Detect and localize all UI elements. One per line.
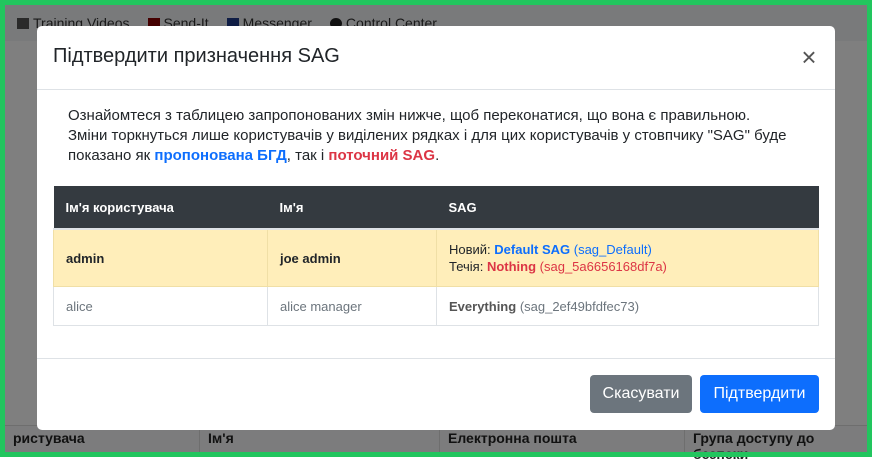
col-sag: SAG (436, 186, 819, 230)
intro-part-2: , так і (286, 147, 329, 164)
sag-current-line: Течія: Nothing (sag_5a6656168df7a) (449, 258, 806, 275)
close-button[interactable]: × (799, 44, 819, 70)
cell-username: admin (53, 228, 268, 287)
col-username: Ім'я користувача (53, 186, 268, 230)
cell-sag: Everything (sag_2ef49bfdfec73) (436, 286, 819, 326)
current-label: Течія: (449, 259, 487, 274)
current-sag-id: (sag_5a6656168df7a) (539, 259, 667, 274)
cell-sag: Новий: Default SAG (sag_Default) Течія: … (436, 228, 819, 287)
sag-table: Ім'я користувача Ім'я SAG admin joe admi… (53, 186, 819, 326)
new-label: Новий: (449, 242, 495, 257)
cell-name: joe admin (267, 228, 437, 287)
confirm-sag-modal: Підтвердити призначення SAG × Ознайомтес… (37, 26, 835, 430)
confirm-button[interactable]: Підтвердити (700, 375, 819, 413)
new-sag-value: Default SAG (494, 242, 571, 257)
table-row-highlighted: admin joe admin Новий: Default SAG (sag_… (53, 228, 819, 287)
current-sag-value: Nothing (486, 259, 537, 274)
col-name: Ім'я (267, 186, 437, 230)
intro-proposed-label: пропонована БГД (154, 147, 287, 164)
sag-value: Everything (449, 298, 517, 314)
sag-new-line: Новий: Default SAG (sag_Default) (449, 241, 806, 258)
modal-footer: Скасувати Підтвердити (37, 358, 835, 430)
sag-id: (sag_2ef49bfdfec73) (519, 298, 640, 314)
cell-username: alice (53, 286, 268, 326)
cancel-button[interactable]: Скасувати (590, 375, 692, 413)
modal-header: Підтвердити призначення SAG × (37, 26, 835, 90)
intro-current-label: поточний SAG (328, 147, 436, 164)
intro-part-3: . (435, 147, 440, 164)
sag-table-header: Ім'я користувача Ім'я SAG (53, 186, 819, 230)
new-sag-id: (sag_Default) (573, 242, 652, 257)
intro-text: Ознайомтеся з таблицею запропонованих зм… (68, 106, 788, 166)
table-row: alice alice manager Everything (sag_2ef4… (53, 286, 819, 326)
cell-name: alice manager (267, 286, 437, 326)
modal-title: Підтвердити призначення SAG (53, 45, 340, 67)
modal-body: Ознайомтеся з таблицею запропонованих зм… (37, 90, 835, 166)
